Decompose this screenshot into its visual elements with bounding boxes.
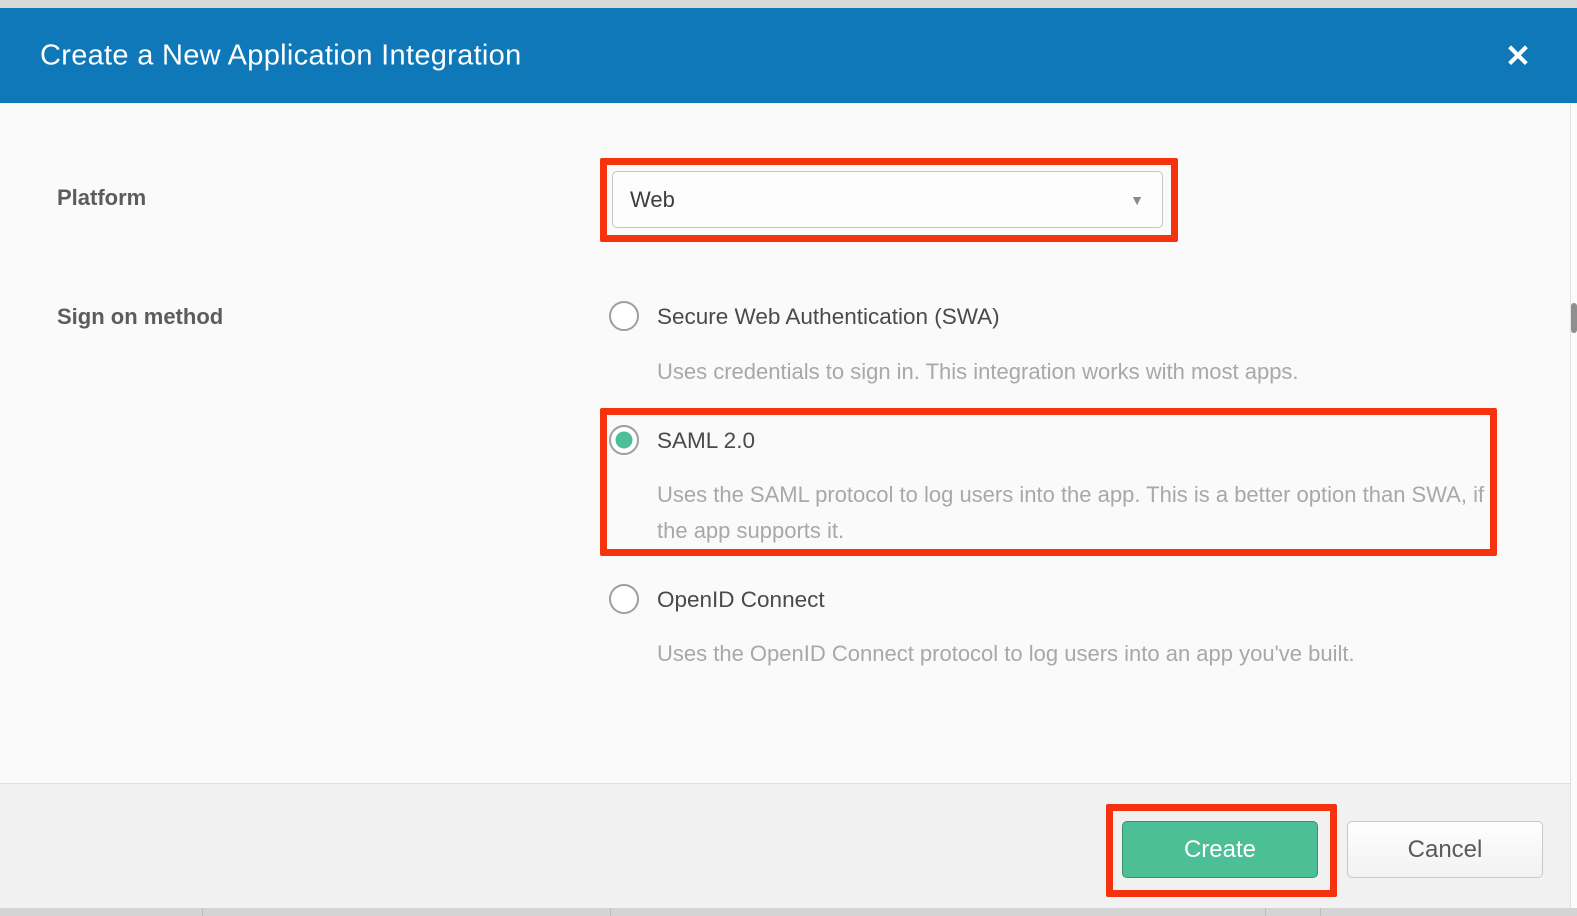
modal-header: Create a New Application Integration ✕ <box>0 8 1577 103</box>
radio-openid-connect[interactable] <box>609 584 639 614</box>
scrollbar-thumb[interactable] <box>1571 303 1577 333</box>
radio-openid-connect-label[interactable]: OpenID Connect <box>657 587 825 613</box>
divider <box>202 908 203 916</box>
chevron-down-icon: ▼ <box>1130 192 1144 208</box>
close-icon[interactable]: ✕ <box>1505 40 1531 71</box>
platform-dropdown[interactable]: Web ▼ <box>612 171 1163 228</box>
modal-title: Create a New Application Integration <box>40 39 522 72</box>
radio-saml-description: Uses the SAML protocol to log users into… <box>657 477 1487 549</box>
divider <box>1320 908 1321 916</box>
radio-swa-description: Uses credentials to sign in. This integr… <box>657 354 1299 390</box>
create-button[interactable]: Create <box>1122 821 1318 878</box>
platform-label: Platform <box>57 185 146 211</box>
create-app-integration-modal: Create a New Application Integration ✕ P… <box>0 0 1577 916</box>
cancel-button[interactable]: Cancel <box>1347 821 1543 878</box>
modal-body: Platform Web ▼ Sign on method Secure Web… <box>0 103 1577 783</box>
scrollbar-track <box>1570 103 1577 908</box>
radio-saml[interactable] <box>609 425 639 455</box>
modal-footer: Create Cancel <box>0 783 1577 908</box>
radio-swa[interactable] <box>609 301 639 331</box>
divider <box>610 908 611 916</box>
platform-dropdown-value: Web <box>630 187 675 213</box>
page-behind-strip <box>0 908 1577 916</box>
radio-swa-label[interactable]: Secure Web Authentication (SWA) <box>657 304 1000 330</box>
radio-saml-label[interactable]: SAML 2.0 <box>657 428 755 454</box>
sign-on-method-label: Sign on method <box>57 304 223 330</box>
radio-openid-connect-description: Uses the OpenID Connect protocol to log … <box>657 636 1355 672</box>
divider <box>1265 908 1266 916</box>
